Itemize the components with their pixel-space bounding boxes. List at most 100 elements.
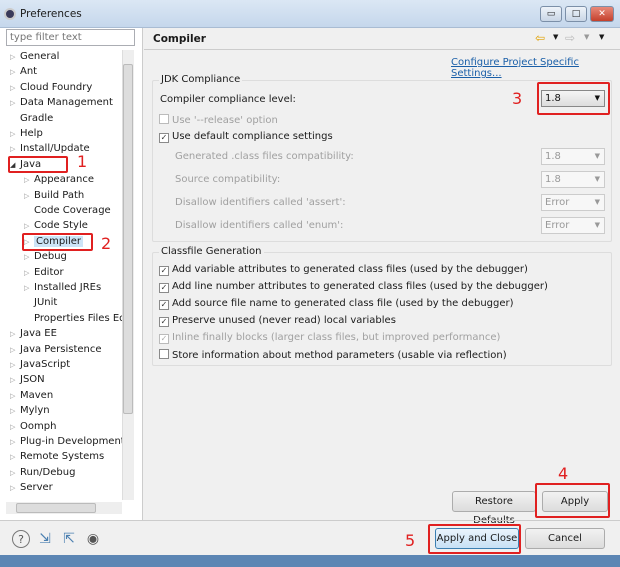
collapsed-arrow-icon[interactable]: ▷ (24, 173, 34, 188)
compliance-row-label: Source compatibility: (175, 174, 281, 185)
page-title: Compiler (153, 33, 206, 45)
classfile-option-checkbox[interactable]: ✓ Add variable attributes to generated cl… (159, 264, 528, 276)
tree-item[interactable]: ▷ Java Persistence (10, 342, 102, 357)
collapsed-arrow-icon[interactable]: ▷ (10, 450, 20, 465)
tree-item[interactable]: ▷ Plug-in Development (10, 434, 125, 449)
collapsed-arrow-icon[interactable]: ▷ (10, 404, 20, 419)
compliance-row-select[interactable]: Error ▼ (541, 217, 605, 234)
chevron-down-icon: ▼ (594, 221, 600, 229)
checkbox-icon: ✓ (159, 283, 169, 293)
filter-input[interactable] (6, 29, 135, 46)
tree-item[interactable]: ▷ Oomph (10, 419, 56, 434)
tree-item[interactable]: ▷ Data Management (10, 95, 113, 110)
tree-item[interactable]: ▷ Editor (24, 265, 64, 280)
collapsed-arrow-icon[interactable]: ▷ (10, 466, 20, 481)
tree-item[interactable]: ▷ Remote Systems (10, 449, 104, 464)
back-arrow-icon[interactable]: ⇦ (535, 31, 545, 45)
compliance-row-select[interactable]: 1.8 ▼ (541, 148, 605, 165)
collapsed-arrow-icon[interactable]: ▷ (10, 127, 20, 142)
collapsed-arrow-icon[interactable]: ▷ (10, 327, 20, 342)
tree-item[interactable]: Code Coverage (24, 203, 111, 218)
collapsed-arrow-icon[interactable]: ▷ (10, 420, 20, 435)
tree-item-label: Ant (20, 66, 38, 78)
import-icon[interactable]: ⇲ (36, 530, 54, 548)
tree-item-label: Maven (20, 389, 54, 401)
classfile-option-checkbox[interactable]: Store information about method parameter… (159, 349, 507, 361)
collapsed-arrow-icon[interactable]: ▷ (10, 65, 20, 80)
annotation-box-compliance (537, 82, 610, 115)
window-frame-bottom (0, 555, 620, 567)
use-default-compliance-checkbox[interactable]: ✓ Use default compliance settings (159, 131, 333, 143)
tree-item[interactable]: JUnit (24, 295, 57, 310)
tree-item[interactable]: ▷ JavaScript (10, 357, 70, 372)
collapsed-arrow-icon[interactable]: ▷ (24, 250, 34, 265)
classfile-option-label: Inline finally blocks (larger class file… (172, 332, 501, 343)
classfile-option-checkbox[interactable]: ✓ Add line number attributes to generated… (159, 281, 548, 293)
checkbox-icon (159, 114, 169, 124)
minimize-button[interactable]: ▭ (540, 6, 562, 22)
view-menu-icon[interactable]: ▼ (599, 33, 604, 41)
scroll-thumb[interactable] (123, 64, 133, 414)
use-default-label: Use default compliance settings (172, 131, 333, 142)
collapsed-arrow-icon[interactable]: ▷ (10, 435, 20, 450)
annotation-number: 4 (558, 464, 569, 483)
collapsed-arrow-icon[interactable]: ▷ (10, 481, 20, 496)
collapsed-arrow-icon[interactable]: ▷ (24, 189, 34, 204)
tree-item[interactable]: ▷ Cloud Foundry (10, 80, 92, 95)
tree-item-label: Cloud Foundry (20, 81, 93, 93)
tree-item[interactable]: ▷ Maven (10, 388, 53, 403)
checkbox-icon: ✓ (159, 300, 169, 310)
tree-item-label: JavaScript (20, 359, 71, 370)
annotation-box-apply (535, 483, 610, 518)
collapsed-arrow-icon[interactable]: ▷ (10, 343, 20, 358)
tree-item[interactable]: ▷ Java EE (10, 326, 57, 341)
forward-dropdown-icon[interactable]: ▼ (584, 33, 589, 41)
tree-item[interactable]: ▷ Run/Debug (10, 465, 75, 480)
tree-item[interactable]: ▷ JSON (10, 372, 45, 387)
collapsed-arrow-icon[interactable]: ▷ (10, 389, 20, 404)
collapsed-arrow-icon[interactable]: ▷ (10, 81, 20, 96)
classfile-option-checkbox[interactable]: ✓ Add source file name to generated class… (159, 298, 514, 310)
collapsed-arrow-icon[interactable]: ▷ (10, 358, 20, 373)
tree-item-label: Help (20, 128, 43, 139)
tree-item[interactable]: ▷ Mylyn (10, 403, 50, 418)
collapsed-arrow-icon[interactable]: ▷ (24, 266, 34, 281)
tree-item[interactable]: ▷ Debug (24, 249, 67, 264)
use-release-checkbox[interactable]: Use '--release' option (159, 114, 278, 126)
annotation-number: 2 (101, 234, 112, 253)
export-icon[interactable]: ⇱ (60, 530, 78, 548)
restore-defaults-button[interactable]: Restore Defaults (452, 491, 536, 526)
close-button[interactable]: ✕ (590, 6, 614, 22)
cancel-button[interactable]: Cancel (525, 528, 605, 549)
classfile-option-checkbox[interactable]: ✓ Preserve unused (never read) local vari… (159, 315, 396, 327)
tree-item-label: Run/Debug (20, 466, 76, 478)
back-dropdown-icon[interactable]: ▼ (553, 33, 558, 41)
maximize-button[interactable]: □ (565, 6, 587, 22)
compliance-row-select[interactable]: Error ▼ (541, 194, 605, 211)
tree-item[interactable]: ▷ Server (10, 480, 53, 495)
tree-item[interactable]: Properties Files Edi (24, 311, 128, 326)
tree-item-label: Oomph (20, 420, 57, 432)
forward-arrow-icon[interactable]: ⇨ (565, 31, 575, 45)
tree-item-label: Debug (34, 251, 67, 263)
tree-item[interactable]: ▷ Ant (10, 64, 37, 79)
collapsed-arrow-icon[interactable]: ▷ (10, 50, 20, 65)
tree-item[interactable]: ▷ Code Style (24, 218, 88, 233)
compliance-row-select[interactable]: 1.8 ▼ (541, 171, 605, 188)
help-icon[interactable]: ? (12, 530, 30, 548)
tree-item[interactable]: Gradle (10, 111, 53, 126)
tree-item[interactable]: ▷ Appearance (24, 172, 94, 187)
tree-item[interactable]: ▷ Help (10, 126, 43, 141)
collapsed-arrow-icon[interactable]: ▷ (10, 373, 20, 388)
tree-item[interactable]: ▷ Build Path (24, 188, 84, 203)
collapsed-arrow-icon[interactable]: ▷ (24, 281, 34, 296)
configure-project-settings-link[interactable]: Configure Project Specific Settings... (451, 57, 620, 79)
record-icon[interactable]: ◉ (84, 530, 102, 548)
horizontal-scroll-thumb[interactable] (16, 503, 96, 513)
tree-item[interactable]: ▷ Installed JREs (24, 280, 101, 295)
tree-item[interactable]: ▷ General (10, 49, 59, 64)
collapsed-arrow-icon[interactable]: ▷ (10, 96, 20, 111)
classfile-option-checkbox[interactable]: ✓ Inline finally blocks (larger class fil… (159, 332, 500, 344)
tree-item-label: Code Coverage (34, 205, 111, 216)
window-title: Preferences (20, 8, 82, 20)
